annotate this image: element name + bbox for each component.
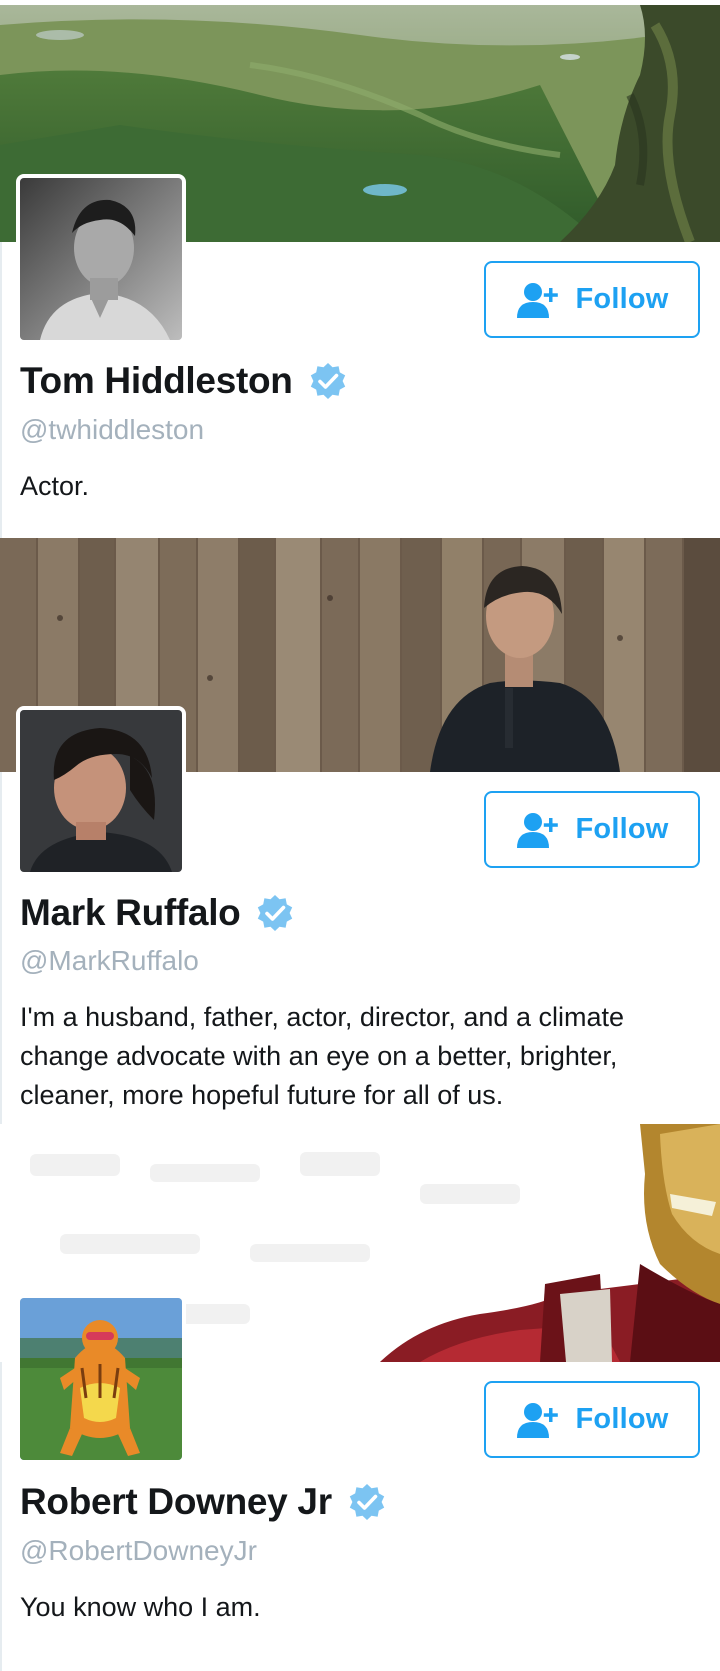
follow-button-label: Follow — [575, 1403, 669, 1435]
follow-button[interactable]: Follow — [484, 1381, 700, 1458]
profile-handle[interactable]: @MarkRuffalo — [20, 945, 199, 977]
profile-name[interactable]: Tom Hiddleston — [20, 360, 293, 402]
add-user-icon — [515, 810, 561, 850]
profile-card[interactable]: Follow Robert Downey Jr @RobertDowneyJr … — [0, 1124, 720, 1671]
follow-button-label: Follow — [575, 813, 669, 845]
profile-name[interactable]: Mark Ruffalo — [20, 892, 241, 934]
verified-badge-icon — [256, 894, 294, 932]
profile-handle[interactable]: @RobertDowneyJr — [20, 1535, 257, 1567]
profile-name-row: Robert Downey Jr — [20, 1481, 386, 1523]
profile-card[interactable]: Follow Tom Hiddleston @twhiddleston Acto… — [0, 0, 720, 538]
profile-name[interactable]: Robert Downey Jr — [20, 1481, 332, 1523]
profile-name-row: Tom Hiddleston — [20, 360, 347, 402]
verified-badge-icon — [348, 1483, 386, 1521]
add-user-icon — [515, 280, 561, 320]
add-user-icon — [515, 1400, 561, 1440]
profile-handle[interactable]: @twhiddleston — [20, 414, 204, 446]
profile-avatar[interactable] — [16, 706, 186, 876]
follow-button[interactable]: Follow — [484, 261, 700, 338]
profile-bio: I'm a husband, father, actor, director, … — [20, 1002, 624, 1110]
follow-button-label: Follow — [575, 283, 669, 315]
profile-bio: You know who I am. — [20, 1592, 261, 1622]
profile-avatar[interactable] — [16, 174, 186, 344]
profile-name-row: Mark Ruffalo — [20, 892, 294, 934]
verified-badge-icon — [309, 362, 347, 400]
follow-button[interactable]: Follow — [484, 791, 700, 868]
profile-bio: Actor. — [20, 471, 90, 501]
profile-avatar[interactable] — [16, 1294, 186, 1464]
profile-card[interactable]: Follow Mark Ruffalo @MarkRuffalo I'm a h… — [0, 538, 720, 1124]
